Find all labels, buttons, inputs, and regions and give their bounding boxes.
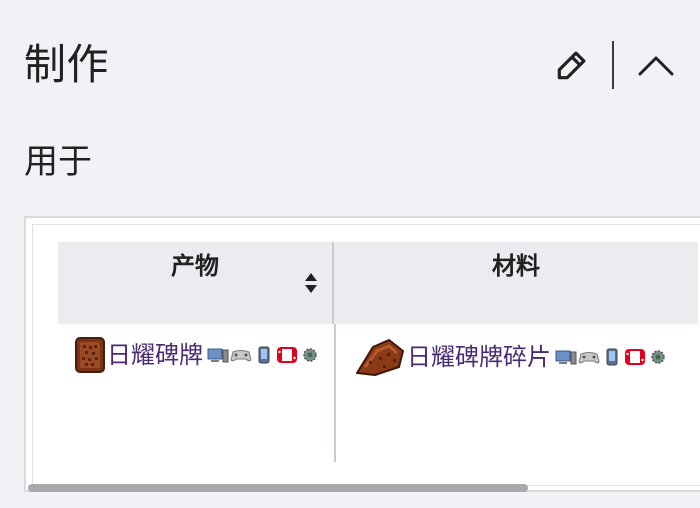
column-header-label: 材料: [492, 252, 540, 280]
pencil-icon: [557, 51, 586, 80]
scrollbar-thumb[interactable]: [28, 484, 528, 492]
sunplate-tablet-icon[interactable]: [75, 337, 105, 373]
mobile-icon[interactable]: [601, 348, 623, 366]
horizontal-scrollbar[interactable]: [24, 484, 700, 492]
switch-icon[interactable]: [624, 348, 646, 366]
platform-icons: [555, 348, 669, 366]
table-header: 产物 材料: [58, 242, 698, 324]
collapse-button[interactable]: [636, 45, 676, 85]
table-cell-product: 日耀碑牌: [75, 337, 321, 373]
column-header-label: 产物: [171, 252, 219, 280]
header-divider: [612, 41, 614, 89]
crafting-section-header: 制作: [24, 34, 676, 96]
recipes-table: 产物 材料 日耀碑牌 日耀碑牌碎片: [32, 224, 700, 486]
sort-icon[interactable]: [304, 272, 318, 294]
mobile-icon[interactable]: [253, 346, 275, 364]
pc-icon[interactable]: [555, 348, 577, 366]
material-link[interactable]: 日耀碑牌碎片: [407, 339, 551, 375]
switch-icon[interactable]: [276, 346, 298, 364]
pc-icon[interactable]: [207, 346, 229, 364]
header-actions: [550, 40, 676, 90]
console-icon[interactable]: [230, 346, 252, 364]
subsection-title: 用于: [24, 142, 92, 182]
chevron-up-icon: [638, 56, 674, 76]
platform-icons: [207, 346, 321, 364]
product-link[interactable]: 日耀碑牌: [107, 337, 203, 373]
tmodloader-icon[interactable]: [299, 346, 321, 364]
tmodloader-icon[interactable]: [647, 348, 669, 366]
edit-button[interactable]: [550, 43, 594, 87]
console-icon[interactable]: [578, 348, 600, 366]
sunplate-fragment-icon[interactable]: [355, 337, 405, 377]
table-cell-materials: 日耀碑牌碎片: [355, 337, 669, 377]
column-header-materials: 材料: [334, 242, 698, 324]
recipes-table-container[interactable]: 产物 材料 日耀碑牌 日耀碑牌碎片: [24, 216, 700, 492]
section-title: 制作: [24, 40, 110, 89]
column-header-product[interactable]: 产物: [58, 242, 334, 324]
column-divider: [334, 324, 336, 462]
